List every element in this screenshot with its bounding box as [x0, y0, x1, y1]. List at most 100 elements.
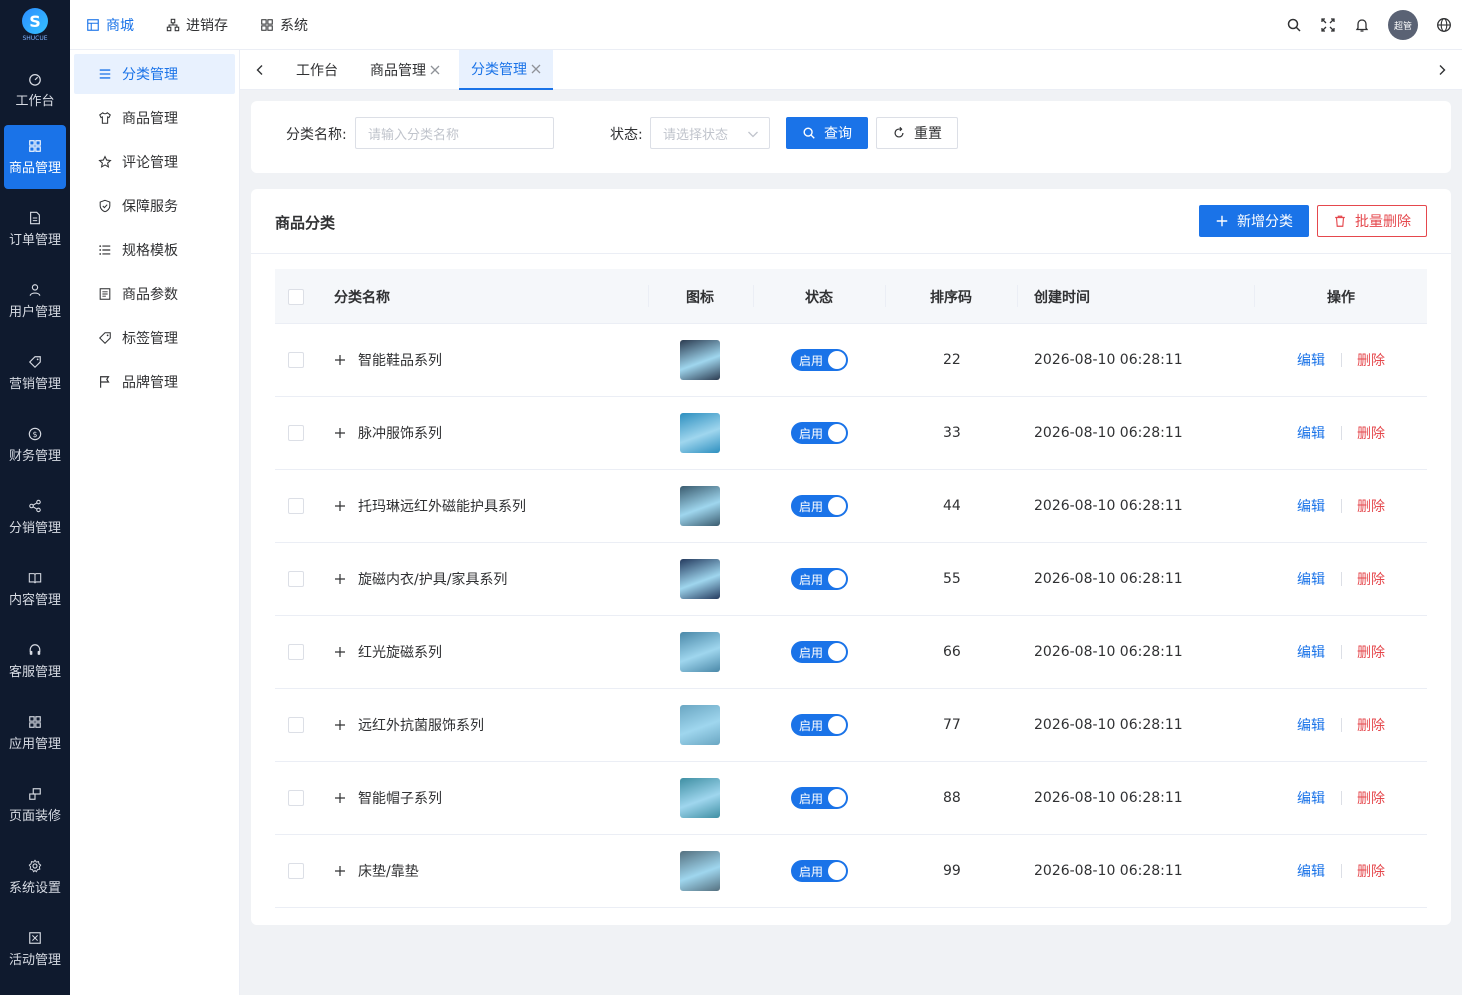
query-button[interactable]: 查询 — [786, 117, 868, 149]
icon-cell — [680, 835, 720, 907]
expand-icon[interactable] — [334, 792, 346, 804]
status-toggle[interactable]: 启用 — [791, 787, 848, 809]
expand-icon[interactable] — [334, 646, 346, 658]
sidebar-item-page-design[interactable]: 页面装修 — [4, 773, 66, 837]
submenu-item-category[interactable]: 分类管理 — [74, 54, 235, 94]
expand-icon[interactable] — [334, 500, 346, 512]
expand-icon[interactable] — [334, 865, 346, 877]
edit-link[interactable]: 编辑 — [1297, 470, 1325, 542]
edit-link[interactable]: 编辑 — [1297, 762, 1325, 834]
globe-icon[interactable] — [1436, 17, 1452, 33]
sidebar-item-users[interactable]: 用户管理 — [4, 269, 66, 333]
submenu-item-brands[interactable]: 品牌管理 — [74, 362, 235, 402]
edit-link-label: 编辑 — [1297, 864, 1325, 880]
icon-cell — [680, 324, 720, 396]
row-checkbox[interactable] — [288, 324, 304, 396]
tab-category[interactable]: 分类管理 — [459, 50, 553, 90]
search-icon[interactable] — [1286, 17, 1302, 33]
status-toggle[interactable]: 启用 — [791, 714, 848, 736]
category-name-input[interactable]: 请输入分类名称 — [355, 117, 554, 149]
submenu-item-reviews[interactable]: 评论管理 — [74, 142, 235, 182]
bell-icon[interactable] — [1354, 17, 1370, 33]
status-toggle[interactable]: 启用 — [791, 568, 848, 590]
delete-link[interactable]: 删除 — [1357, 397, 1385, 469]
sidebar-item-products[interactable]: 商品管理 — [4, 125, 66, 189]
edit-link[interactable]: 编辑 — [1297, 543, 1325, 615]
category-thumbnail[interactable] — [680, 778, 720, 818]
sidebar-item-settings[interactable]: 系统设置 — [4, 845, 66, 909]
row-checkbox[interactable] — [288, 543, 304, 615]
sidebar-item-label: 营销管理 — [8, 376, 61, 392]
sidebar-item-distribution[interactable]: 分销管理 — [4, 485, 66, 549]
edit-link[interactable]: 编辑 — [1297, 397, 1325, 469]
expand-icon[interactable] — [334, 573, 346, 585]
delete-link[interactable]: 删除 — [1357, 324, 1385, 396]
delete-link[interactable]: 删除 — [1357, 543, 1385, 615]
delete-link[interactable]: 删除 — [1357, 689, 1385, 761]
row-checkbox[interactable] — [288, 470, 304, 542]
topnav-item-mall[interactable]: 商城 — [86, 15, 134, 35]
select-all-checkbox[interactable] — [288, 269, 304, 324]
status-toggle[interactable]: 启用 — [791, 641, 848, 663]
delete-link[interactable]: 删除 — [1357, 835, 1385, 907]
sidebar-item-label: 订单管理 — [8, 232, 61, 248]
topnav-item-inventory[interactable]: 进销存 — [166, 15, 228, 35]
sidebar-item-finance[interactable]: $ 财务管理 — [4, 413, 66, 477]
close-icon[interactable] — [430, 65, 440, 75]
category-thumbnail[interactable] — [680, 340, 720, 380]
sidebar-item-orders[interactable]: 订单管理 — [4, 197, 66, 261]
fullscreen-icon[interactable] — [1320, 17, 1336, 33]
reset-button[interactable]: 重置 — [876, 117, 958, 149]
add-category-button[interactable]: 新增分类 — [1199, 205, 1309, 237]
edit-link[interactable]: 编辑 — [1297, 835, 1325, 907]
row-checkbox[interactable] — [288, 616, 304, 688]
delete-link[interactable]: 删除 — [1357, 470, 1385, 542]
tabs-prev-button[interactable] — [245, 50, 275, 90]
delete-link[interactable]: 删除 — [1357, 616, 1385, 688]
submenu-item-spec-template[interactable]: 规格模板 — [74, 230, 235, 270]
sidebar-item-content[interactable]: 内容管理 — [4, 557, 66, 621]
row-checkbox[interactable] — [288, 689, 304, 761]
row-checkbox[interactable] — [288, 762, 304, 834]
status-toggle[interactable]: 启用 — [791, 495, 848, 517]
category-thumbnail[interactable] — [680, 559, 720, 599]
submenu-item-params[interactable]: 商品参数 — [74, 274, 235, 314]
table-row: 智能鞋品系列 启用 22 2026-08-10 06:28:11 编辑 删除 — [275, 324, 1427, 397]
edit-link-label: 编辑 — [1297, 426, 1325, 442]
sidebar-item-apps[interactable]: 应用管理 — [4, 701, 66, 765]
edit-link[interactable]: 编辑 — [1297, 324, 1325, 396]
status-toggle[interactable]: 启用 — [791, 422, 848, 444]
close-icon[interactable] — [531, 64, 541, 74]
submenu-item-products[interactable]: 商品管理 — [74, 98, 235, 138]
row-checkbox[interactable] — [288, 397, 304, 469]
status-select[interactable]: 请选择状态 — [650, 117, 770, 149]
submenu-item-tags[interactable]: 标签管理 — [74, 318, 235, 358]
category-thumbnail[interactable] — [680, 851, 720, 891]
category-thumbnail[interactable] — [680, 486, 720, 526]
sidebar-item-marketing[interactable]: 营销管理 — [4, 341, 66, 405]
tab-dashboard[interactable]: 工作台 — [284, 50, 350, 90]
tab-products[interactable]: 商品管理 — [358, 50, 452, 90]
batch-delete-button[interactable]: 批量删除 — [1317, 205, 1427, 237]
sidebar-item-dashboard[interactable]: 工作台 — [4, 58, 66, 122]
delete-link[interactable]: 删除 — [1357, 762, 1385, 834]
avatar[interactable]: 超管 — [1388, 10, 1418, 40]
category-thumbnail[interactable] — [680, 705, 720, 745]
status-toggle[interactable]: 启用 — [791, 860, 848, 882]
row-checkbox[interactable] — [288, 835, 304, 907]
topnav-item-system[interactable]: 系统 — [260, 15, 308, 35]
expand-icon[interactable] — [334, 719, 346, 731]
share-icon — [28, 499, 42, 513]
status-toggle[interactable]: 启用 — [791, 349, 848, 371]
expand-icon[interactable] — [334, 427, 346, 439]
sidebar-item-customer-service[interactable]: 客服管理 — [4, 629, 66, 693]
edit-link[interactable]: 编辑 — [1297, 689, 1325, 761]
expand-icon[interactable] — [334, 354, 346, 366]
logo[interactable]: S SHUCUE — [0, 0, 70, 50]
category-thumbnail[interactable] — [680, 413, 720, 453]
tabs-next-button[interactable] — [1427, 50, 1457, 90]
edit-link[interactable]: 编辑 — [1297, 616, 1325, 688]
submenu-item-guarantee[interactable]: 保障服务 — [74, 186, 235, 226]
sidebar-item-activities[interactable]: 活动管理 — [4, 917, 66, 981]
category-thumbnail[interactable] — [680, 632, 720, 672]
